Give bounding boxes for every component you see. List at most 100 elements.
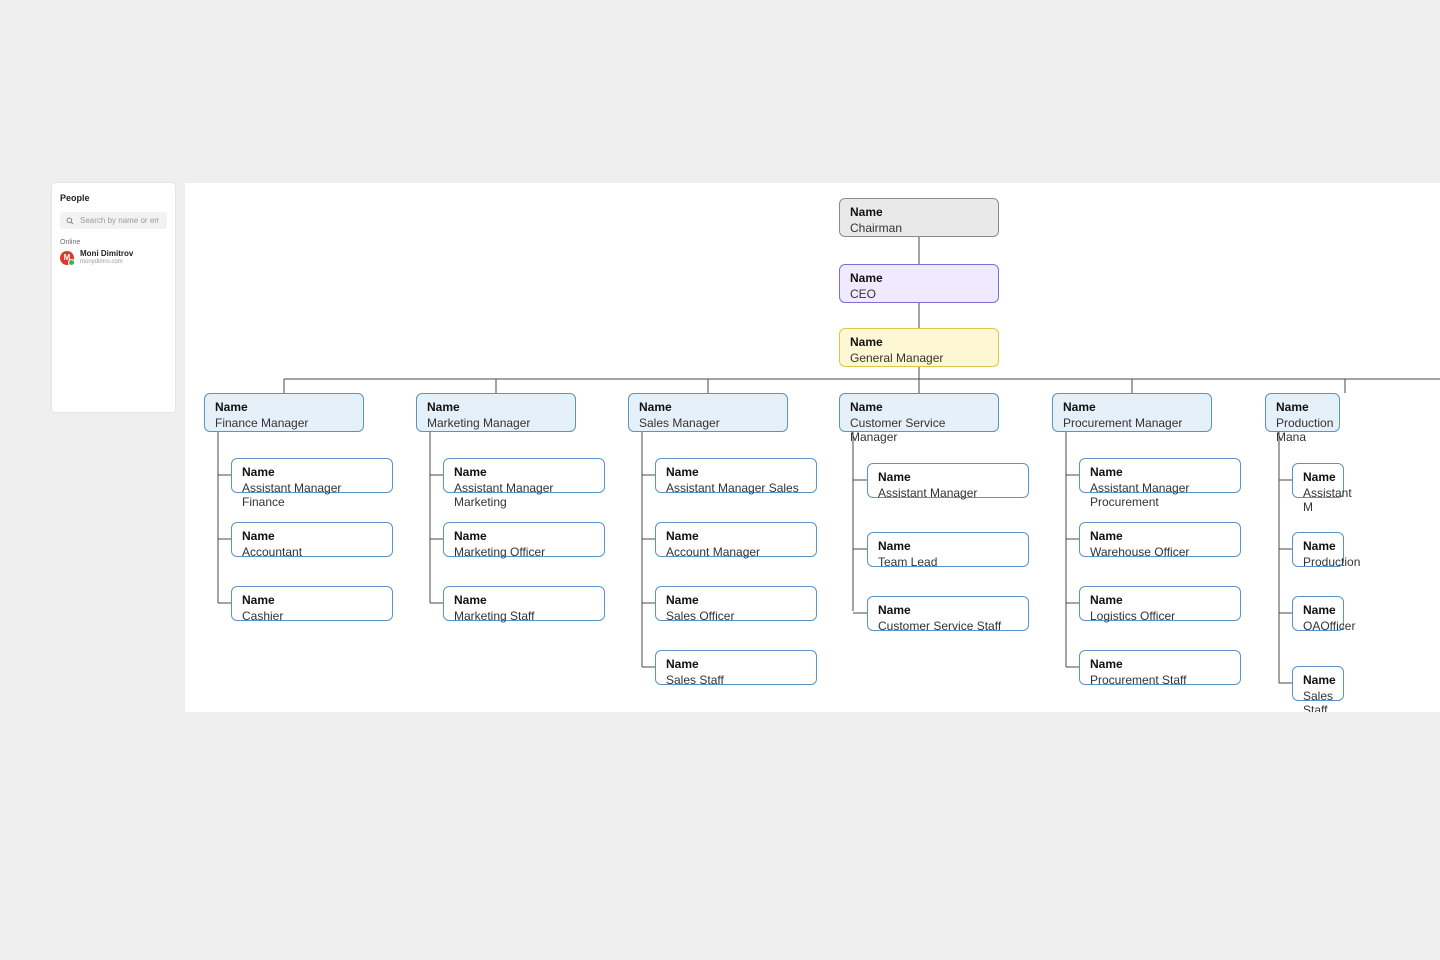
node-marketing-manager[interactable]: Name Marketing Manager: [416, 393, 576, 432]
org-chart-canvas[interactable]: Name Chairman Name CEO Name General Mana…: [185, 183, 1440, 712]
node-customer-service-manager[interactable]: Name Customer Service Manager: [839, 393, 999, 432]
node-role: Warehouse Officer: [1090, 545, 1230, 559]
node-name-label: Name: [639, 400, 777, 414]
node-sales-officer[interactable]: Name Sales Officer: [655, 586, 817, 621]
node-name-label: Name: [215, 400, 353, 414]
node-assistant-manager-finance[interactable]: Name Assistant Manager Finance: [231, 458, 393, 493]
node-name-label: Name: [1090, 465, 1230, 479]
node-role: Assistant Manager Sales: [666, 481, 806, 495]
node-role: Sales Staff: [1303, 689, 1333, 712]
node-name-label: Name: [850, 335, 988, 349]
node-role: Cashier: [242, 609, 382, 623]
node-role: CEO: [850, 287, 988, 301]
node-name-label: Name: [850, 400, 988, 414]
avatar: M: [60, 251, 74, 265]
node-role: Marketing Officer: [454, 545, 594, 559]
node-marketing-officer[interactable]: Name Marketing Officer: [443, 522, 605, 557]
node-assistant-manager-sales[interactable]: Name Assistant Manager Sales: [655, 458, 817, 493]
node-role: Sales Manager: [639, 416, 777, 430]
node-oa-officer[interactable]: Name OAOfficer: [1292, 596, 1344, 631]
node-team-lead[interactable]: Name Team Lead: [867, 532, 1029, 567]
node-assistant-manager-marketing[interactable]: Name Assistant Manager Marketing: [443, 458, 605, 493]
node-name-label: Name: [454, 529, 594, 543]
node-role: Production Mana: [1276, 416, 1329, 444]
node-role: Assistant Manager: [878, 486, 1018, 500]
node-assistant-manager-procurement[interactable]: Name Assistant Manager Procurement: [1079, 458, 1241, 493]
node-role: OAOfficer: [1303, 619, 1333, 633]
node-ceo[interactable]: Name CEO: [839, 264, 999, 303]
node-name-label: Name: [666, 529, 806, 543]
node-name-label: Name: [878, 470, 1018, 484]
node-role: Procurement Manager: [1063, 416, 1201, 430]
node-name-label: Name: [850, 205, 988, 219]
people-panel: People Online M Moni Dimitrov monydimro.…: [52, 183, 175, 412]
node-finance-manager[interactable]: Name Finance Manager: [204, 393, 364, 432]
search-icon: [66, 217, 74, 225]
node-role: Assistant Manager Marketing: [454, 481, 594, 509]
node-name-label: Name: [242, 465, 382, 479]
node-marketing-staff[interactable]: Name Marketing Staff: [443, 586, 605, 621]
node-cashier[interactable]: Name Cashier: [231, 586, 393, 621]
node-name-label: Name: [1090, 593, 1230, 607]
node-accountant[interactable]: Name Accountant: [231, 522, 393, 557]
node-name-label: Name: [454, 593, 594, 607]
node-name-label: Name: [1303, 539, 1333, 553]
node-role: Marketing Manager: [427, 416, 565, 430]
node-sales-staff[interactable]: Name Sales Staff: [655, 650, 817, 685]
node-name-label: Name: [1090, 529, 1230, 543]
node-chairman[interactable]: Name Chairman: [839, 198, 999, 237]
node-logistics-officer[interactable]: Name Logistics Officer: [1079, 586, 1241, 621]
node-sales-manager[interactable]: Name Sales Manager: [628, 393, 788, 432]
node-procurement-manager[interactable]: Name Procurement Manager: [1052, 393, 1212, 432]
node-production-sales-staff[interactable]: Name Sales Staff: [1292, 666, 1344, 701]
node-role: Chairman: [850, 221, 988, 235]
node-assistant-manager-cs[interactable]: Name Assistant Manager: [867, 463, 1029, 498]
node-role: Customer Service Manager: [850, 416, 988, 444]
node-name-label: Name: [1090, 657, 1230, 671]
node-name-label: Name: [427, 400, 565, 414]
node-role: Account Manager: [666, 545, 806, 559]
node-role: Assistant M: [1303, 486, 1333, 514]
node-name-label: Name: [454, 465, 594, 479]
node-name-label: Name: [878, 603, 1018, 617]
node-account-manager[interactable]: Name Account Manager: [655, 522, 817, 557]
online-label: Online: [60, 239, 167, 246]
search-input[interactable]: [78, 215, 161, 226]
node-name-label: Name: [878, 539, 1018, 553]
node-role: Sales Officer: [666, 609, 806, 623]
node-role: Procurement Staff: [1090, 673, 1230, 687]
node-name-label: Name: [242, 529, 382, 543]
node-production-officer[interactable]: Name Production: [1292, 532, 1344, 567]
node-role: General Manager: [850, 351, 988, 365]
user-row[interactable]: M Moni Dimitrov monydimro.com: [60, 250, 167, 265]
node-name-label: Name: [1303, 603, 1333, 617]
node-procurement-staff[interactable]: Name Procurement Staff: [1079, 650, 1241, 685]
user-name: Moni Dimitrov: [80, 250, 133, 258]
node-customer-service-staff[interactable]: Name Customer Service Staff: [867, 596, 1029, 631]
node-role: Logistics Officer: [1090, 609, 1230, 623]
node-production-manager[interactable]: Name Production Mana: [1265, 393, 1340, 432]
node-assistant-manager-production[interactable]: Name Assistant M: [1292, 463, 1344, 498]
node-role: Assistant Manager Finance: [242, 481, 382, 509]
people-search[interactable]: [60, 212, 167, 229]
node-role: Marketing Staff: [454, 609, 594, 623]
node-role: Sales Staff: [666, 673, 806, 687]
user-sub: monydimro.com: [80, 259, 133, 265]
node-general-manager[interactable]: Name General Manager: [839, 328, 999, 367]
node-warehouse-officer[interactable]: Name Warehouse Officer: [1079, 522, 1241, 557]
node-role: Accountant: [242, 545, 382, 559]
node-name-label: Name: [666, 657, 806, 671]
org-connectors: [185, 183, 1440, 712]
node-name-label: Name: [1063, 400, 1201, 414]
node-name-label: Name: [850, 271, 988, 285]
node-name-label: Name: [1276, 400, 1329, 414]
node-role: Customer Service Staff: [878, 619, 1018, 633]
node-role: Production: [1303, 555, 1333, 569]
node-name-label: Name: [1303, 673, 1333, 687]
node-name-label: Name: [1303, 470, 1333, 484]
node-role: Assistant Manager Procurement: [1090, 481, 1230, 509]
node-name-label: Name: [666, 593, 806, 607]
people-panel-title: People: [60, 193, 167, 203]
node-role: Finance Manager: [215, 416, 353, 430]
node-role: Team Lead: [878, 555, 1018, 569]
